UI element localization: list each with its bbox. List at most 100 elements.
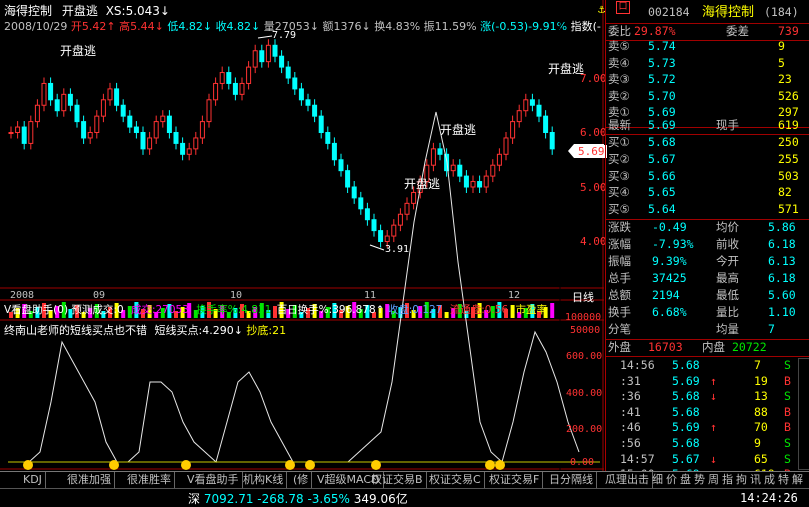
stat-row[interactable]: 总额 2194 最低 5.60 (606, 287, 809, 304)
tick-price: 5.67 (672, 451, 700, 466)
bottom-marker (285, 460, 295, 470)
indicator-tab[interactable]: 瓜理出击 (602, 472, 653, 488)
side-tab[interactable]: 价 (666, 472, 677, 488)
neipan-label: 内盘 (702, 340, 725, 354)
indicator-tab[interactable]: 权证交易F (486, 472, 544, 488)
candle (523, 99, 529, 112)
candle (147, 137, 153, 150)
indicator-tab[interactable]: 机构K线 (240, 472, 288, 488)
bid-row[interactable]: 买① 5.68 250 (606, 134, 809, 151)
side-tab[interactable]: 指 (722, 472, 733, 488)
candle (536, 104, 542, 117)
ask-row[interactable]: 卖③ 5.72 23 (606, 71, 809, 88)
bid-price: 5.67 (648, 151, 676, 166)
candle (529, 99, 535, 106)
candle (67, 93, 73, 106)
period-label[interactable]: 日线 (572, 289, 594, 305)
stat-row[interactable]: 分笔 均量 7 (606, 321, 809, 338)
tick-time: :36 (620, 389, 641, 404)
indicator-panel-header: 终南山老师的短线买点也不错 短线买点:4.290↓ 抄底:21 (4, 322, 286, 338)
tick-row[interactable]: :36 5.68 ↓ 13 S (606, 388, 809, 405)
side-tab[interactable]: 解 (792, 472, 803, 488)
tick-row[interactable]: 14:57 5.67 ↓ 65 S (606, 451, 809, 468)
kline-chart[interactable] (0, 0, 604, 476)
side-tab[interactable]: 盘 (680, 472, 691, 488)
market-label: 深 (188, 492, 201, 506)
market-change: -268.78 (257, 492, 304, 506)
ask-label: 卖④ (608, 55, 630, 70)
stat-value: -7.93% (652, 237, 694, 251)
ask-volume: 23 (778, 72, 792, 86)
side-tab[interactable]: 成 (764, 472, 775, 488)
tick-volume: 7 (754, 358, 761, 372)
candle (477, 181, 483, 188)
indicator-tab[interactable]: 很准加强 (64, 472, 115, 488)
tick-row[interactable]: 14:56 5.68 7 S (606, 357, 809, 374)
chart-area[interactable]: 海得控制 开盘逃 XS:5.043↓ 2008/10/29 开5.42↑ 高5.… (0, 0, 607, 476)
stat-label: 均量 (716, 322, 739, 336)
bid-row[interactable]: 买⑤ 5.64 571 (606, 201, 809, 218)
side-tab[interactable]: 细 (652, 472, 663, 488)
ask-volume: 526 (778, 88, 799, 103)
candle (107, 88, 113, 101)
stat-row[interactable]: 涨幅 -7.93% 前收 6.18 (606, 236, 809, 253)
market-index: 7092.71 (203, 492, 254, 506)
side-tab[interactable]: 拘 (736, 472, 747, 488)
quote-title: 002184 海得控制 (184) (606, 4, 809, 21)
stat-label: 量比 (716, 305, 739, 319)
candle (173, 132, 179, 144)
tick-price: 5.69 (672, 373, 700, 388)
ask-row[interactable]: 卖④ 5.73 5 (606, 55, 809, 72)
stat-label: 最低 (716, 288, 739, 302)
indicator-tab[interactable]: 日分隔线 (546, 472, 597, 488)
tick-row[interactable]: :46 5.69 ↑ 70 B (606, 419, 809, 436)
candle (232, 82, 238, 95)
tick-row[interactable]: :31 5.69 ↑ 19 B (606, 373, 809, 390)
ask-row[interactable]: 卖⑤ 5.74 9 (606, 38, 809, 55)
bid-price: 5.68 (648, 135, 676, 149)
stat-row[interactable]: 换手 6.68% 量比 1.10 (606, 304, 809, 321)
candle (87, 132, 93, 139)
volume-axis-label: 50000 (570, 325, 601, 336)
indicator-tab[interactable]: 权证交易B (368, 472, 427, 488)
stat-label: 总额 (608, 288, 631, 302)
stat-row[interactable]: 振幅 9.39% 今开 6.13 (606, 253, 809, 270)
tick-price: 5.68 (672, 404, 700, 419)
ask-price: 5.72 (648, 72, 676, 86)
tick-row[interactable]: :41 5.68 88 B (606, 404, 809, 421)
bid-row[interactable]: 买② 5.67 255 (606, 151, 809, 168)
indicator-tab[interactable]: 权证交易C (426, 472, 485, 488)
candle (437, 148, 443, 155)
bid-volume: 255 (778, 151, 799, 166)
side-tab[interactable]: 势 (694, 472, 705, 488)
tick-time: 14:56 (620, 358, 655, 372)
side-tab[interactable]: 特 (778, 472, 789, 488)
stat-row[interactable]: 涨跌 -0.49 均价 5.86 (606, 219, 809, 236)
indicator-tab[interactable]: (修 (290, 472, 313, 488)
indicator-tab[interactable]: V看盘助手 (184, 472, 243, 488)
stat-row[interactable]: 总手 37425 最高 6.18 (606, 270, 809, 287)
candle (312, 104, 318, 117)
candle (15, 126, 21, 134)
stat-value: 7 (768, 322, 775, 336)
indicator-tab[interactable]: 很准胜率 (124, 472, 175, 488)
candle (34, 104, 40, 123)
hundred-day-turnover: 百日换手%:396.878↑ (276, 304, 385, 316)
indicator-axis-label: 400.00 (566, 388, 603, 399)
candle (331, 142, 337, 161)
candle (378, 230, 384, 243)
candle (516, 110, 522, 123)
waipan-row: 外盘 16703 内盘 20722 (606, 339, 809, 356)
bid-row[interactable]: 买③ 5.66 503 (606, 168, 809, 185)
bid-label: 买③ (608, 168, 630, 183)
stat-value: 6.18 (768, 237, 796, 251)
bottom-marker (485, 460, 495, 470)
candle (81, 121, 87, 139)
indicator-tab[interactable]: KDJ (20, 472, 46, 488)
side-tab[interactable]: 周 (708, 472, 719, 488)
side-tab[interactable]: 讯 (750, 472, 761, 488)
tick-scrollbar[interactable] (798, 358, 809, 470)
ask-row[interactable]: 卖② 5.70 526 (606, 88, 809, 105)
bid-row[interactable]: 买④ 5.65 82 (606, 184, 809, 201)
tick-row[interactable]: :56 5.68 9 S (606, 435, 809, 452)
